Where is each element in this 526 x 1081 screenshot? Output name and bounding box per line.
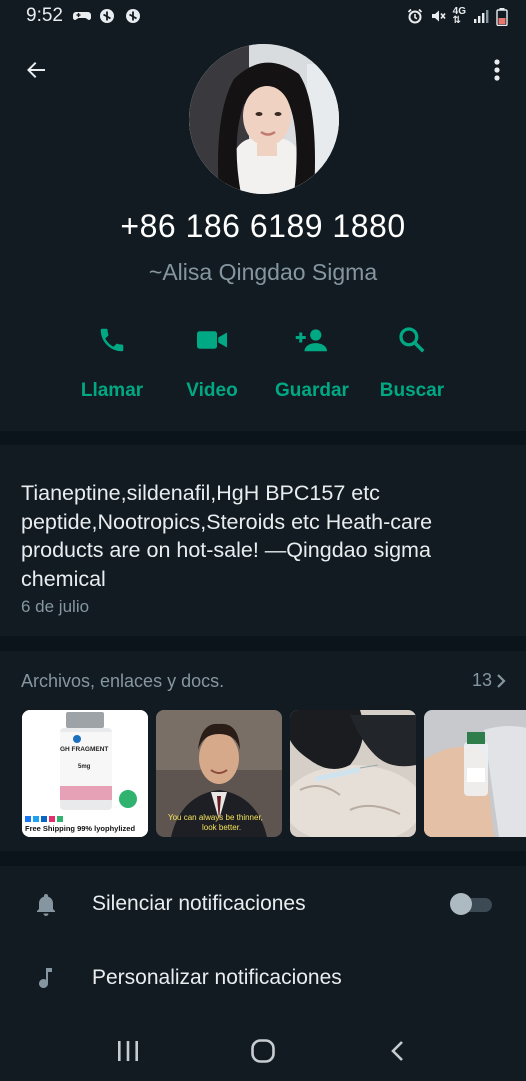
video-camera-icon [192,322,232,358]
blocked-notification-icon [99,8,115,24]
gloved-hands-injection-image [290,710,416,837]
thumbnail-caption: GH FRAGMENT [60,746,109,753]
mute-notifications-row[interactable]: Silenciar notificaciones [0,868,526,940]
mute-icon [430,8,446,24]
thumbnail-caption: You can always be thinner, [168,813,263,822]
system-navigation-bar [0,1020,526,1081]
action-buttons: Llamar Video Guardar Buscar [62,322,462,402]
save-label: Guardar [275,380,349,401]
save-contact-button[interactable]: Guardar [262,322,362,402]
recent-apps-button[interactable] [103,1031,153,1071]
custom-notifications-label: Personalizar notificaciones [92,966,342,989]
contact-header: +86 186 6189 1880 ~Alisa Qingdao Sigma L… [0,32,526,431]
thumbnail-caption: Free Shipping 99% lyophylized [25,824,136,833]
toggle-knob [450,893,472,915]
contact-phone-number: +86 186 6189 1880 [120,208,406,244]
search-button[interactable]: Buscar [362,322,462,402]
call-button[interactable]: Llamar [62,322,162,402]
recent-apps-icon [117,1040,138,1061]
media-count: 13 [471,670,492,690]
about-text: Tianeptine,sildenafil,HgH BPC157 etc pep… [21,481,433,591]
signal-icon [473,8,489,24]
add-contact-icon [292,322,332,358]
media-count-button[interactable]: 13 [472,670,506,691]
woman-portrait-image [189,44,339,194]
home-icon [251,1038,275,1063]
chevron-left-icon [391,1040,404,1061]
search-icon [392,322,432,358]
media-thumbnail-meme[interactable]: You can always be thinner, look better. [156,710,282,837]
alarm-icon [407,8,423,24]
thumbnail-caption: 5mg [78,764,91,770]
mute-notifications-label: Silenciar notificaciones [92,892,306,915]
music-note-icon [34,966,58,990]
mute-notifications-toggle[interactable] [450,893,492,915]
media-thumbnail-injection[interactable] [290,710,416,837]
profile-photo[interactable] [189,44,339,194]
video-call-button[interactable]: Video [162,322,262,402]
media-thumbnails: GH FRAGMENT 5mg Free Shipping 99% lyophy… [22,710,526,837]
vial-in-hand-image [424,710,526,837]
video-label: Video [186,380,238,401]
game-controller-icon [72,8,91,24]
notification-settings: Silenciar notificaciones Personalizar no… [0,866,526,1020]
back-nav-button[interactable] [373,1031,423,1071]
media-section: Archivos, enlaces y docs. 13 GH FRAGMENT… [0,651,526,851]
chevron-right-icon [497,673,506,688]
media-thumbnail-peptide-bottle[interactable]: GH FRAGMENT 5mg Free Shipping 99% lyophy… [22,710,148,837]
media-thumbnail-vial[interactable] [424,710,526,837]
network-icon: 4G ⇅ [452,6,466,26]
about-date: 6 de julio [21,597,90,616]
thumbnail-caption: look better. [202,823,242,832]
battery-icon [496,8,512,27]
contact-push-name: ~Alisa Qingdao Sigma [148,259,378,285]
phone-icon [92,322,132,358]
call-label: Llamar [80,380,144,401]
blocked-notification-icon [125,8,141,24]
arrow-left-icon [27,62,45,78]
status-time: 9:52 [26,5,63,26]
search-label: Buscar [379,380,445,401]
status-bar: 9:52 4G ⇅ [0,0,526,32]
back-button[interactable] [18,52,54,88]
custom-notifications-row[interactable]: Personalizar notificaciones [0,942,526,1014]
media-section-title: Archivos, enlaces y docs. [21,671,225,691]
bell-icon [34,892,58,916]
peptide-bottle-image [22,710,148,837]
more-vertical-icon [494,59,500,81]
about-section: Tianeptine,sildenafil,HgH BPC157 etc pep… [0,445,526,636]
more-options-button[interactable] [482,52,512,88]
home-button[interactable] [238,1031,288,1071]
